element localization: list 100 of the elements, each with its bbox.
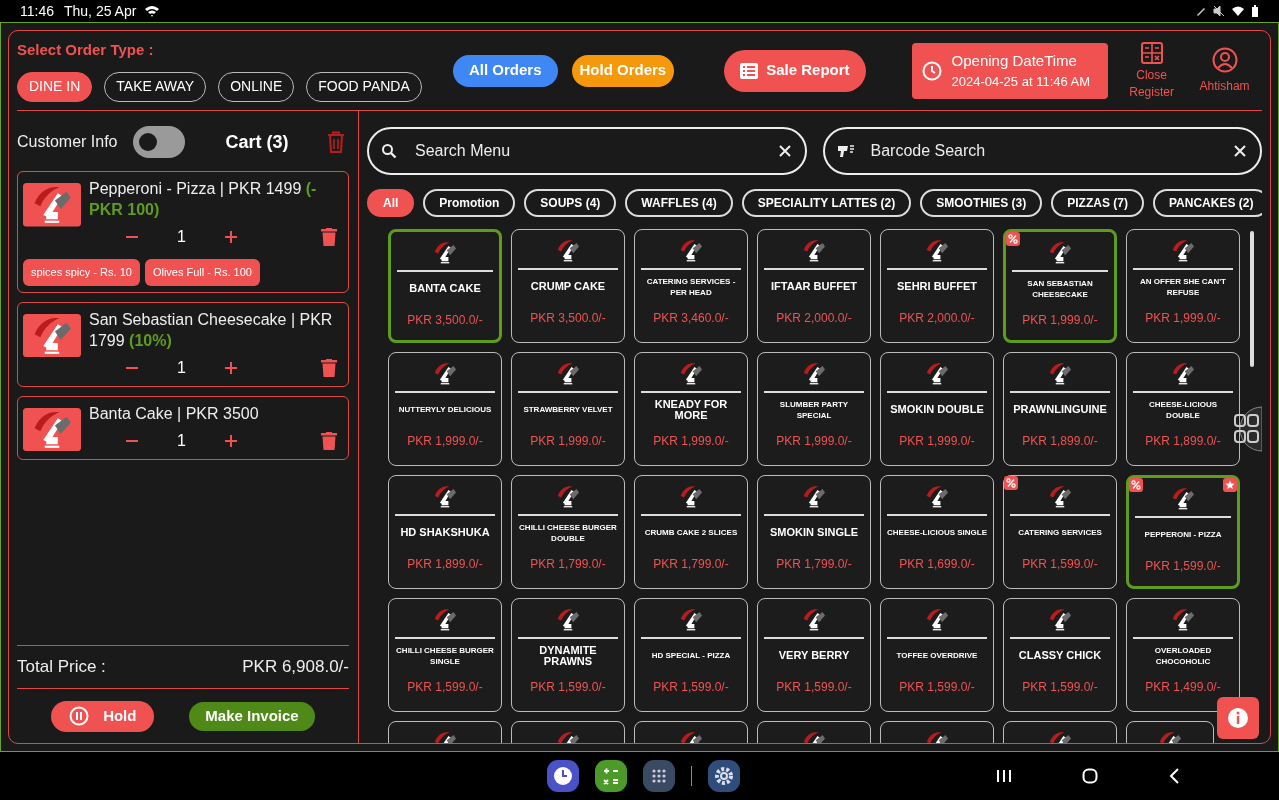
item-name: CHEESE-LICIOUS SINGLE: [887, 527, 987, 538]
item-price: PKR 3,500.0/-: [407, 311, 483, 329]
total-price: PKR 6,908.0/-: [242, 656, 349, 679]
menu-item-card[interactable]: IFTAAR BUFFET PKR 2,000.0/-: [757, 229, 871, 343]
category-chip[interactable]: SOUPS (4): [524, 189, 617, 217]
barcode-search-field[interactable]: Barcode Search: [822, 127, 1262, 175]
item-price: PKR 1,599.0/-: [1022, 555, 1098, 573]
item-price: PKR 1,499.0/-: [1145, 678, 1221, 696]
item-price: PKR 2,000.0/-: [899, 309, 975, 327]
search-field[interactable]: Search Menu: [367, 127, 807, 175]
opening-title: Opening DateTime: [951, 50, 1078, 71]
item-price: PKR 1,999.0/-: [530, 432, 606, 450]
menu-item-card[interactable]: AN OFFER SHE CAN'T REFUSE PKR 1,999.0/-: [1126, 229, 1240, 343]
item-name: CRUMB CAKE 2 SLICES: [644, 527, 738, 538]
item-name: NUTTERYLY DELICIOUS: [398, 404, 492, 415]
item-name: HD SHAKSHUKA: [400, 527, 490, 538]
all-orders-button[interactable]: All Orders: [453, 54, 558, 87]
category-chip[interactable]: SMOOTHIES (3): [920, 189, 1043, 217]
trash-icon[interactable]: [321, 228, 337, 246]
order-type-label: Select Order Type :: [17, 40, 155, 61]
menu-item-card[interactable]: STRAWBERRY VELVET PKR 1,999.0/-: [511, 352, 625, 466]
menu-item-card[interactable]: SMOKIN SINGLE PKR 1,799.0/-: [757, 475, 871, 589]
settings-icon[interactable]: [708, 760, 740, 792]
back-icon[interactable]: [1168, 768, 1180, 784]
menu-item-card[interactable]: VERY BERRY PKR 1,599.0/-: [757, 598, 871, 712]
item-name: SMOKIN DOUBLE: [890, 404, 984, 415]
menu-item-card[interactable]: CRUMB CAKE 2 SLICES PKR 1,799.0/-: [634, 475, 748, 589]
trash-icon[interactable]: [327, 131, 345, 153]
item-price: PKR 1,599.0/-: [899, 678, 975, 696]
item-price: PKR 1,899.0/-: [1145, 432, 1221, 450]
calculator-app-icon[interactable]: [595, 760, 627, 792]
item-name: AN OFFER SHE CAN'T REFUSE: [1139, 275, 1227, 298]
logo-icon: [23, 183, 81, 227]
pause-icon: [69, 706, 90, 726]
clock-app-icon[interactable]: [547, 760, 579, 792]
menu-item-card[interactable]: HD SPECIAL - PIZZA PKR 1,599.0/-: [634, 598, 748, 712]
menu-item-card[interactable]: CHILLI CHEESE BURGER DOUBLE PKR 1,799.0/-: [511, 475, 625, 589]
calculator-icon: [1139, 40, 1164, 65]
category-chip[interactable]: Promotion: [423, 189, 516, 217]
category-chip[interactable]: SPECIALITY LATTES (2): [741, 189, 912, 217]
menu-item-card[interactable]: PEPPERONI - PIZZA PKR 1,599.0/-: [1126, 475, 1240, 589]
plus-icon[interactable]: [223, 433, 238, 448]
home-icon[interactable]: [1082, 768, 1098, 784]
item-name: STRAWBERRY VELVET: [523, 404, 613, 415]
menu-item-card[interactable]: SLUMBER PARTY SPECIAL PKR 1,999.0/-: [757, 352, 871, 466]
item-price: PKR 1,699.0/-: [899, 555, 975, 573]
info-button[interactable]: [1217, 697, 1259, 739]
status-time: 11:46: [20, 1, 54, 21]
close-icon[interactable]: [778, 145, 791, 157]
apps-icon[interactable]: [643, 760, 675, 792]
menu-item-card[interactable]: DYNAMITE PRAWNS PKR 1,599.0/-: [511, 598, 625, 712]
item-price: PKR 1,899.0/-: [407, 555, 483, 573]
menu-item-card[interactable]: KNEADY FOR MORE PKR 1,999.0/-: [634, 352, 748, 466]
menu-item-card[interactable]: CHEESE-LICIOUS SINGLE PKR 1,699.0/-: [880, 475, 994, 589]
menu-item-card[interactable]: SAN SEBASTIAN CHEESECAKE PKR 1,999.0/-: [1003, 229, 1117, 343]
item-name: SEHRI BUFFET: [896, 281, 978, 292]
mute-icon: [1213, 5, 1225, 17]
item-price: PKR 1,599.0/-: [407, 678, 483, 696]
item-name: BANTA CAKE: [409, 283, 481, 294]
plus-icon[interactable]: [223, 360, 238, 375]
close-register-button[interactable]: Close Register: [1121, 40, 1182, 101]
menu-item-card[interactable]: CATERING SERVICES - PER HEAD PKR 3,460.0/-: [634, 229, 748, 343]
make-invoice-button[interactable]: Make Invoice: [189, 701, 315, 731]
close-icon[interactable]: [1234, 145, 1246, 157]
user-button[interactable]: Ahtisham: [1199, 46, 1250, 95]
menu-item-card[interactable]: SEHRI BUFFET PKR 2,000.0/-: [880, 229, 994, 343]
menu-item-card[interactable]: SMOKIN DOUBLE PKR 1,999.0/-: [880, 352, 994, 466]
menu-item-card[interactable]: NUTTERYLY DELICIOUS PKR 1,999.0/-: [388, 352, 502, 466]
trash-icon[interactable]: [321, 431, 337, 450]
menu-item-card[interactable]: CHILLI CHEESE BURGER SINGLE PKR 1,599.0/-: [388, 598, 502, 712]
menu-item-card[interactable]: TOFFEE OVERDRIVE PKR 1,599.0/-: [880, 598, 994, 712]
item-name: CRUMP CAKE: [530, 281, 606, 292]
item-price: PKR 1,999.0/-: [776, 432, 852, 450]
menu-item-card[interactable]: OVERLOADED CHOCOHOLIC PKR 1,499.0/-: [1126, 598, 1240, 712]
wifi-icon: [144, 4, 161, 18]
category-chip[interactable]: PANCAKES (2): [1152, 189, 1262, 217]
menu-item-card[interactable]: CLASSY CHICK PKR 1,599.0/-: [1003, 598, 1117, 712]
menu-item-card[interactable]: HD SHAKSHUKA PKR 1,899.0/-: [388, 475, 502, 589]
item-price: PKR 1,999.0/-: [653, 432, 729, 450]
menu-item-card[interactable]: CHEESE-LICIOUS DOUBLE PKR 1,899.0/-: [1126, 352, 1240, 466]
customer-info-toggle[interactable]: [133, 126, 186, 158]
category-chip[interactable]: PIZZAS (7): [1051, 189, 1144, 217]
menu-item-card[interactable]: CATERING SERVICES PKR 1,599.0/-: [1003, 475, 1117, 589]
menu-item-card[interactable]: PRAWNLINGUINE PKR 1,899.0/-: [1003, 352, 1117, 466]
item-price: PKR 3,460.0/-: [653, 309, 729, 327]
user-icon: [1211, 46, 1238, 73]
menu-item-card[interactable]: BANTA CAKE PKR 3,500.0/-: [388, 229, 502, 343]
category-chip[interactable]: WAFFLES (4): [625, 189, 733, 217]
recents-icon[interactable]: [996, 768, 1012, 784]
menu-item-card[interactable]: CRUMP CAKE PKR 3,500.0/-: [511, 229, 625, 343]
trash-icon[interactable]: [321, 358, 337, 377]
item-price: PKR 1,599.0/-: [1145, 557, 1221, 575]
item-name: CHEESE-LICIOUS DOUBLE: [1148, 398, 1218, 421]
plus-icon[interactable]: [223, 230, 238, 244]
item-name: CHILLI CHEESE BURGER SINGLE: [395, 644, 495, 667]
item-price: PKR 1,799.0/-: [530, 555, 606, 573]
quantity: 1: [177, 227, 186, 247]
list-icon: [740, 62, 759, 79]
item-name: IFTAAR BUFFET: [771, 281, 857, 292]
wifi-icon: [1231, 5, 1245, 17]
